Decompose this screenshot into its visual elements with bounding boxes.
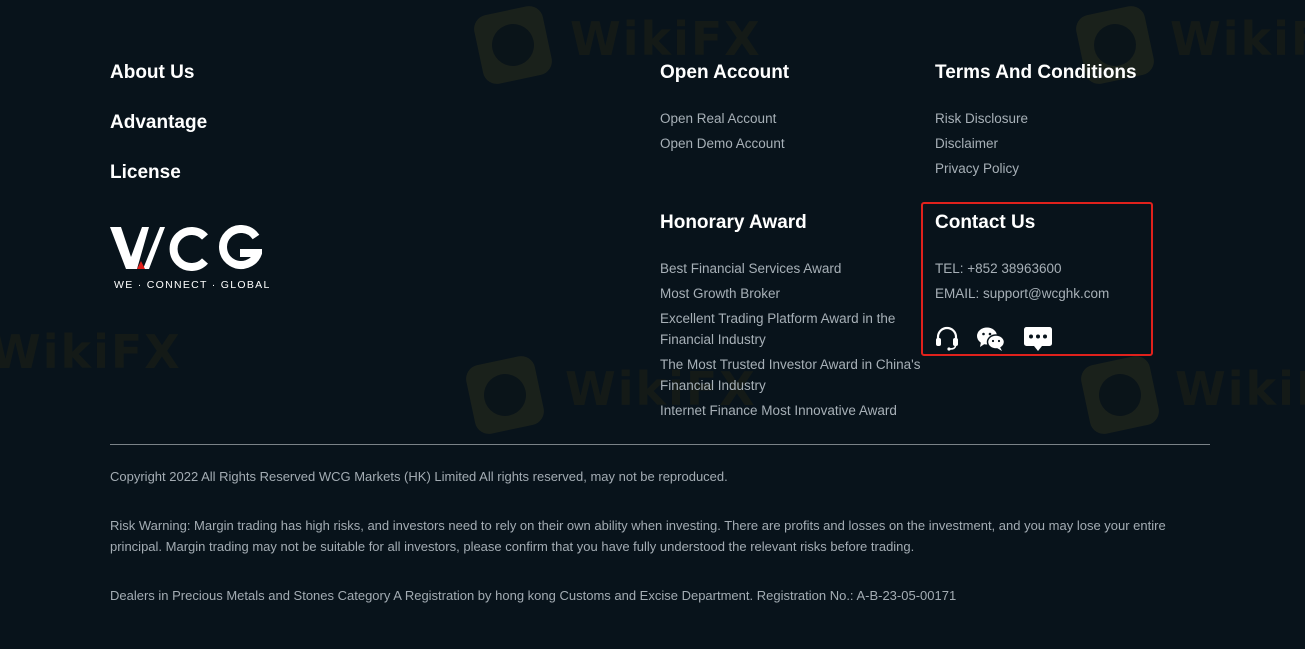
chat-bubble-icon[interactable] [1023,326,1053,352]
logo-tagline: WE · CONNECT · GLOBAL [114,279,271,291]
watermark-logo-icon [1078,353,1162,437]
award-item: Best Financial Services Award [660,261,842,276]
open-account-heading: Open Account [660,62,790,83]
award-item: Excellent Trading Platform Award in the … [660,311,896,347]
nav-license[interactable]: License [110,162,181,184]
risk-warning-text: Risk Warning: Margin trading has high ri… [110,518,1166,554]
wcg-logo-mark [110,225,262,271]
watermark-logo-icon [471,3,555,87]
award-item: The Most Trusted Investor Award in China… [660,357,921,393]
terms-heading: Terms And Conditions [935,62,1137,83]
copyright-text: Copyright 2022 All Rights Reserved WCG M… [110,469,728,484]
watermark-logo-icon [463,353,547,437]
watermark-text: WikiFX [570,12,762,66]
honorary-award-heading: Honorary Award [660,212,807,233]
nav-advantage[interactable]: Advantage [110,112,207,134]
contact-tel: TEL: +852 38963600 [935,261,1062,276]
registration-text: Dealers in Precious Metals and Stones Ca… [110,588,957,603]
watermark-text: WikiFX [0,325,182,379]
nav-about-us[interactable]: About Us [110,62,194,84]
wechat-icon[interactable] [976,326,1006,352]
watermark-text: WikiFX [1170,12,1305,66]
footer-divider [110,444,1210,445]
headset-icon[interactable] [934,325,960,351]
award-item: Internet Finance Most Innovative Award [660,403,897,418]
award-item: Most Growth Broker [660,286,781,301]
contact-us-heading: Contact Us [935,212,1036,233]
watermark-text: WikiFX [1175,362,1305,416]
open-demo-account-link[interactable]: Open Demo Account [660,133,785,154]
risk-disclosure-link[interactable]: Risk Disclosure [935,108,1028,129]
contact-email[interactable]: EMAIL: support@wcghk.com [935,283,1109,304]
open-real-account-link[interactable]: Open Real Account [660,108,776,129]
disclaimer-link[interactable]: Disclaimer [935,133,998,154]
privacy-policy-link[interactable]: Privacy Policy [935,158,1019,179]
